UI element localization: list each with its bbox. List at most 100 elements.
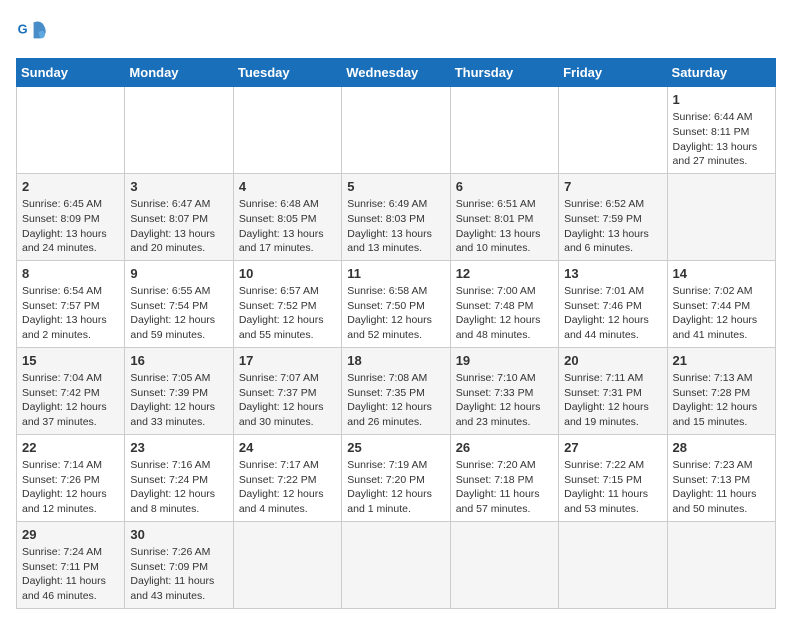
calendar-cell: 5Sunrise: 6:49 AMSunset: 8:03 PMDaylight… <box>342 173 450 260</box>
cell-content: Sunrise: 7:04 AMSunset: 7:42 PMDaylight:… <box>22 371 119 430</box>
calendar-cell <box>667 173 775 260</box>
calendar-cell: 29Sunrise: 7:24 AMSunset: 7:11 PMDayligh… <box>17 521 125 608</box>
day-number: 15 <box>22 352 119 370</box>
cell-content: Sunrise: 6:57 AMSunset: 7:52 PMDaylight:… <box>239 284 336 343</box>
calendar-cell <box>450 87 558 174</box>
col-header-sunday: Sunday <box>17 59 125 87</box>
day-number: 10 <box>239 265 336 283</box>
cell-content: Sunrise: 6:54 AMSunset: 7:57 PMDaylight:… <box>22 284 119 343</box>
cell-content: Sunrise: 7:23 AMSunset: 7:13 PMDaylight:… <box>673 458 770 517</box>
calendar-cell <box>559 87 667 174</box>
calendar-cell: 19Sunrise: 7:10 AMSunset: 7:33 PMDayligh… <box>450 347 558 434</box>
calendar-cell: 7Sunrise: 6:52 AMSunset: 7:59 PMDaylight… <box>559 173 667 260</box>
svg-text:G: G <box>18 22 28 37</box>
day-number: 27 <box>564 439 661 457</box>
cell-content: Sunrise: 6:47 AMSunset: 8:07 PMDaylight:… <box>130 197 227 256</box>
day-number: 16 <box>130 352 227 370</box>
calendar-cell: 17Sunrise: 7:07 AMSunset: 7:37 PMDayligh… <box>233 347 341 434</box>
calendar-cell: 11Sunrise: 6:58 AMSunset: 7:50 PMDayligh… <box>342 260 450 347</box>
col-header-tuesday: Tuesday <box>233 59 341 87</box>
day-number: 25 <box>347 439 444 457</box>
calendar-cell: 1Sunrise: 6:44 AMSunset: 8:11 PMDaylight… <box>667 87 775 174</box>
day-number: 30 <box>130 526 227 544</box>
calendar-cell: 22Sunrise: 7:14 AMSunset: 7:26 PMDayligh… <box>17 434 125 521</box>
col-header-saturday: Saturday <box>667 59 775 87</box>
day-number: 6 <box>456 178 553 196</box>
cell-content: Sunrise: 7:22 AMSunset: 7:15 PMDaylight:… <box>564 458 661 517</box>
cell-content: Sunrise: 6:55 AMSunset: 7:54 PMDaylight:… <box>130 284 227 343</box>
col-header-friday: Friday <box>559 59 667 87</box>
cell-content: Sunrise: 7:19 AMSunset: 7:20 PMDaylight:… <box>347 458 444 517</box>
logo-icon: G <box>16 16 48 48</box>
cell-content: Sunrise: 7:10 AMSunset: 7:33 PMDaylight:… <box>456 371 553 430</box>
day-number: 4 <box>239 178 336 196</box>
cell-content: Sunrise: 7:16 AMSunset: 7:24 PMDaylight:… <box>130 458 227 517</box>
day-number: 5 <box>347 178 444 196</box>
calendar-cell: 16Sunrise: 7:05 AMSunset: 7:39 PMDayligh… <box>125 347 233 434</box>
cell-content: Sunrise: 7:11 AMSunset: 7:31 PMDaylight:… <box>564 371 661 430</box>
cell-content: Sunrise: 7:13 AMSunset: 7:28 PMDaylight:… <box>673 371 770 430</box>
cell-content: Sunrise: 6:44 AMSunset: 8:11 PMDaylight:… <box>673 110 770 169</box>
col-header-wednesday: Wednesday <box>342 59 450 87</box>
calendar-cell <box>450 521 558 608</box>
cell-content: Sunrise: 7:01 AMSunset: 7:46 PMDaylight:… <box>564 284 661 343</box>
calendar-cell: 13Sunrise: 7:01 AMSunset: 7:46 PMDayligh… <box>559 260 667 347</box>
day-number: 26 <box>456 439 553 457</box>
calendar-cell: 20Sunrise: 7:11 AMSunset: 7:31 PMDayligh… <box>559 347 667 434</box>
cell-content: Sunrise: 6:52 AMSunset: 7:59 PMDaylight:… <box>564 197 661 256</box>
calendar-cell: 10Sunrise: 6:57 AMSunset: 7:52 PMDayligh… <box>233 260 341 347</box>
day-number: 2 <box>22 178 119 196</box>
day-number: 23 <box>130 439 227 457</box>
calendar-cell: 9Sunrise: 6:55 AMSunset: 7:54 PMDaylight… <box>125 260 233 347</box>
cell-content: Sunrise: 7:20 AMSunset: 7:18 PMDaylight:… <box>456 458 553 517</box>
calendar-cell: 4Sunrise: 6:48 AMSunset: 8:05 PMDaylight… <box>233 173 341 260</box>
day-number: 7 <box>564 178 661 196</box>
calendar-cell: 18Sunrise: 7:08 AMSunset: 7:35 PMDayligh… <box>342 347 450 434</box>
calendar-table: SundayMondayTuesdayWednesdayThursdayFrid… <box>16 58 776 609</box>
day-number: 24 <box>239 439 336 457</box>
calendar-cell: 12Sunrise: 7:00 AMSunset: 7:48 PMDayligh… <box>450 260 558 347</box>
cell-content: Sunrise: 7:14 AMSunset: 7:26 PMDaylight:… <box>22 458 119 517</box>
calendar-cell: 28Sunrise: 7:23 AMSunset: 7:13 PMDayligh… <box>667 434 775 521</box>
cell-content: Sunrise: 7:07 AMSunset: 7:37 PMDaylight:… <box>239 371 336 430</box>
cell-content: Sunrise: 7:17 AMSunset: 7:22 PMDaylight:… <box>239 458 336 517</box>
calendar-cell: 21Sunrise: 7:13 AMSunset: 7:28 PMDayligh… <box>667 347 775 434</box>
calendar-cell: 2Sunrise: 6:45 AMSunset: 8:09 PMDaylight… <box>17 173 125 260</box>
day-number: 17 <box>239 352 336 370</box>
calendar-cell <box>342 521 450 608</box>
calendar-cell <box>667 521 775 608</box>
calendar-cell: 25Sunrise: 7:19 AMSunset: 7:20 PMDayligh… <box>342 434 450 521</box>
day-number: 21 <box>673 352 770 370</box>
calendar-cell: 8Sunrise: 6:54 AMSunset: 7:57 PMDaylight… <box>17 260 125 347</box>
day-number: 12 <box>456 265 553 283</box>
cell-content: Sunrise: 7:05 AMSunset: 7:39 PMDaylight:… <box>130 371 227 430</box>
day-number: 1 <box>673 91 770 109</box>
cell-content: Sunrise: 7:24 AMSunset: 7:11 PMDaylight:… <box>22 545 119 604</box>
calendar-cell: 26Sunrise: 7:20 AMSunset: 7:18 PMDayligh… <box>450 434 558 521</box>
cell-content: Sunrise: 6:48 AMSunset: 8:05 PMDaylight:… <box>239 197 336 256</box>
calendar-cell <box>125 87 233 174</box>
cell-content: Sunrise: 6:45 AMSunset: 8:09 PMDaylight:… <box>22 197 119 256</box>
day-number: 18 <box>347 352 444 370</box>
day-number: 11 <box>347 265 444 283</box>
calendar-cell <box>342 87 450 174</box>
day-number: 29 <box>22 526 119 544</box>
col-header-monday: Monday <box>125 59 233 87</box>
cell-content: Sunrise: 7:00 AMSunset: 7:48 PMDaylight:… <box>456 284 553 343</box>
day-number: 3 <box>130 178 227 196</box>
logo: G <box>16 16 52 48</box>
calendar-cell: 27Sunrise: 7:22 AMSunset: 7:15 PMDayligh… <box>559 434 667 521</box>
cell-content: Sunrise: 7:26 AMSunset: 7:09 PMDaylight:… <box>130 545 227 604</box>
cell-content: Sunrise: 6:58 AMSunset: 7:50 PMDaylight:… <box>347 284 444 343</box>
calendar-cell <box>17 87 125 174</box>
calendar-cell: 23Sunrise: 7:16 AMSunset: 7:24 PMDayligh… <box>125 434 233 521</box>
day-number: 20 <box>564 352 661 370</box>
day-number: 14 <box>673 265 770 283</box>
day-number: 19 <box>456 352 553 370</box>
calendar-cell: 24Sunrise: 7:17 AMSunset: 7:22 PMDayligh… <box>233 434 341 521</box>
col-header-thursday: Thursday <box>450 59 558 87</box>
calendar-cell: 6Sunrise: 6:51 AMSunset: 8:01 PMDaylight… <box>450 173 558 260</box>
cell-content: Sunrise: 6:51 AMSunset: 8:01 PMDaylight:… <box>456 197 553 256</box>
day-number: 8 <box>22 265 119 283</box>
calendar-cell: 14Sunrise: 7:02 AMSunset: 7:44 PMDayligh… <box>667 260 775 347</box>
